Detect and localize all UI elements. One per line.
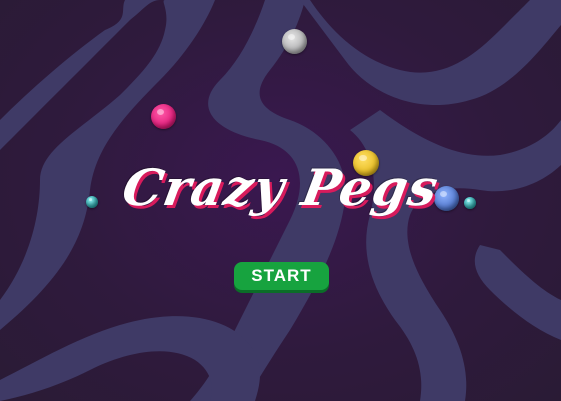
wave-right (350, 110, 561, 401)
wave-upper-right (300, 0, 561, 106)
gray-peg-icon (282, 29, 307, 54)
start-button[interactable]: START (234, 262, 329, 290)
game-title-logo: Crazy Pegs (118, 158, 444, 217)
pink-peg-icon (151, 104, 176, 129)
game-canvas[interactable]: Crazy Pegs START (0, 0, 561, 401)
wave-lower-right (474, 245, 561, 340)
wave-lower-left (0, 316, 260, 401)
